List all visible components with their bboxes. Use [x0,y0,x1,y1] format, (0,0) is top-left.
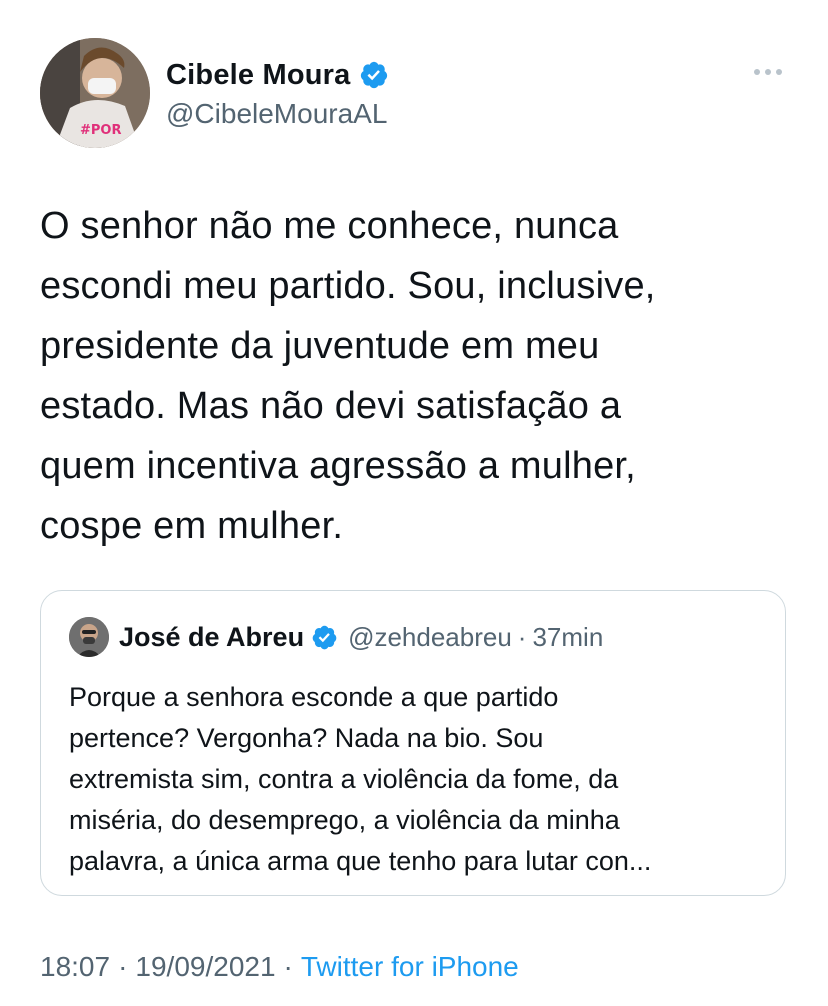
quoted-separator: · [517,621,527,652]
quoted-author-avatar [69,617,109,657]
verified-badge-icon [359,60,389,90]
verified-badge-icon [311,624,338,651]
tweet-header: #POR Cibele Moura @CibeleMouraAL [40,38,790,150]
tweet-date[interactable]: 19/09/2021 [135,951,275,983]
tweet-source-link[interactable]: Twitter for iPhone [301,951,519,983]
author-display-name[interactable]: Cibele Moura [166,59,351,92]
footer-separator: · [283,951,293,982]
more-horizontal-icon [754,69,782,75]
tweet-footer: 18:07 · 19/09/2021 · Twitter for iPhone [40,945,519,989]
author-avatar[interactable]: #POR [40,38,150,148]
footer-separator: · [118,951,128,982]
quoted-tweet-card[interactable]: José de Abreu @zehdeabreu · 37min Porque… [40,590,786,896]
author-handle[interactable]: @CibeleMouraAL [166,98,389,130]
tweet-time[interactable]: 18:07 [40,951,110,983]
more-options-button[interactable] [750,62,786,82]
avatar-shirt-text: #POR [80,123,121,138]
quoted-tweet-text: Porque a senhora esconde a que partido p… [69,682,652,876]
quoted-author-handle: @zehdeabreu [348,621,512,652]
author-avatar-image: #POR [40,38,150,148]
quoted-author-avatar-image [69,617,109,657]
quoted-author-display-name: José de Abreu [119,621,305,652]
quoted-tweet-header: José de Abreu @zehdeabreu · 37min [69,617,603,657]
author-names: Cibele Moura @CibeleMouraAL [166,56,389,130]
tweet-text: O senhor não me conhece, nunca escondi m… [40,205,656,547]
quoted-timestamp: 37min [532,621,604,652]
